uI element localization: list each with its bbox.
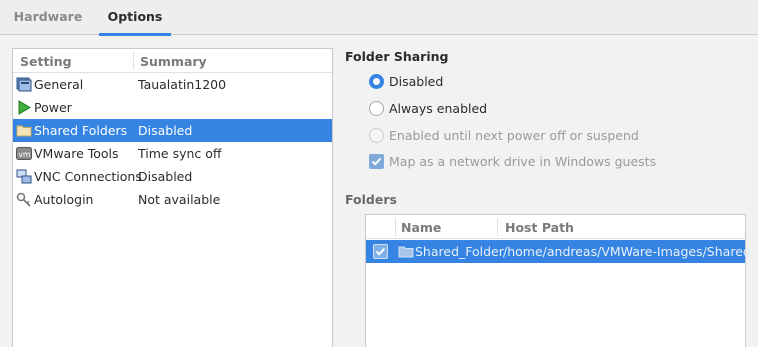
vnc-icon — [16, 169, 32, 184]
settings-list: Setting Summary General Taualatin1200 Po… — [12, 48, 333, 347]
play-icon — [18, 100, 31, 115]
setting-name: Power — [34, 100, 72, 115]
setting-name: Autologin — [34, 192, 94, 207]
radio-label: Always enabled — [389, 101, 488, 116]
folder-host-path: /home/andreas/VMWare-Images/Shared — [503, 244, 751, 259]
checkbox-checked-disabled — [369, 154, 384, 169]
column-header-host-path[interactable]: Host Path — [505, 220, 574, 235]
folder-icon — [398, 246, 414, 258]
setting-name: General — [34, 77, 84, 92]
radio-button-checked[interactable] — [369, 74, 384, 89]
column-header-name[interactable]: Name — [401, 220, 441, 235]
column-divider — [133, 52, 134, 70]
tab-hardware[interactable]: Hardware — [4, 0, 92, 35]
folders-title: Folders — [345, 192, 397, 207]
folder-sharing-title: Folder Sharing — [345, 49, 449, 64]
checkbox-label: Map as a network drive in Windows guests — [389, 154, 657, 169]
settings-row-autologin[interactable]: Autologin Not available — [13, 188, 332, 211]
settings-row-general[interactable]: General Taualatin1200 — [13, 73, 332, 96]
settings-row-vnc-connections[interactable]: VNC Connections Disabled — [13, 165, 332, 188]
folder-icon — [16, 125, 32, 137]
setting-summary: Time sync off — [138, 146, 222, 161]
folder-name: Shared_Folder — [415, 244, 504, 259]
radio-button-disabled — [369, 128, 384, 143]
column-divider — [497, 218, 498, 236]
setting-name: VMware Tools — [34, 146, 119, 161]
column-divider — [395, 218, 396, 236]
settings-row-shared-folders[interactable]: Shared Folders Disabled — [13, 119, 332, 142]
settings-row-vmware-tools[interactable]: vm VMware Tools Time sync off — [13, 142, 332, 165]
tab-bar: Hardware Options — [0, 0, 758, 36]
setting-summary: Disabled — [138, 169, 193, 184]
column-header-setting[interactable]: Setting — [20, 54, 72, 69]
svg-text:vm: vm — [18, 150, 31, 159]
radio-label: Disabled — [389, 74, 444, 89]
key-icon — [16, 192, 31, 207]
general-icon — [16, 77, 32, 92]
folder-row[interactable]: Shared_Folder /home/andreas/VMWare-Image… — [366, 240, 751, 263]
folder-enabled-checkbox[interactable] — [373, 244, 388, 259]
check-icon — [375, 247, 386, 256]
vm-icon: vm — [16, 147, 32, 160]
settings-table-header: Setting Summary — [13, 49, 332, 73]
folders-table: Name Host Path Shared_Folder /home/andre… — [365, 214, 751, 347]
check-icon — [371, 157, 382, 166]
settings-row-power[interactable]: Power — [13, 96, 332, 119]
tab-options[interactable]: Options — [99, 0, 171, 36]
setting-name: VNC Connections — [34, 169, 142, 184]
setting-summary: Taualatin1200 — [138, 77, 227, 92]
setting-summary: Disabled — [138, 123, 193, 138]
radio-label: Enabled until next power off or suspend — [389, 128, 639, 143]
setting-summary: Not available — [138, 192, 221, 207]
radio-button[interactable] — [369, 101, 384, 116]
column-header-summary[interactable]: Summary — [140, 54, 207, 69]
folders-table-header: Name Host Path — [366, 215, 745, 239]
setting-name: Shared Folders — [34, 123, 128, 138]
